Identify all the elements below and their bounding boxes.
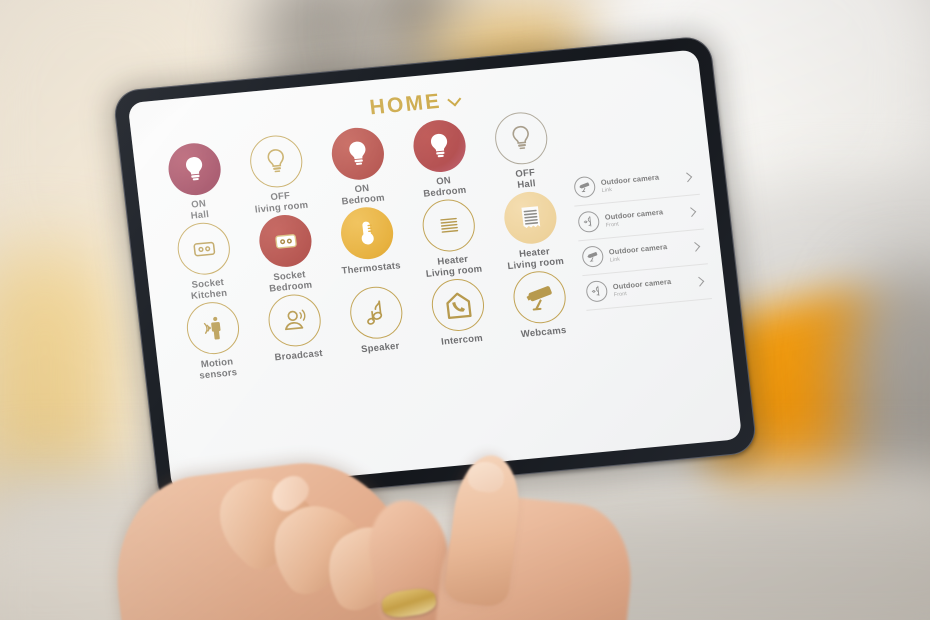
chevron-right-icon[interactable] xyxy=(682,172,692,182)
lightbulb-icon xyxy=(247,133,306,190)
power-socket-icon xyxy=(256,212,315,270)
tile-label-line1: Webcams xyxy=(520,324,568,341)
background-floor-right xyxy=(520,500,930,620)
tile-light-bedroom-on-2[interactable]: ON Bedroom xyxy=(398,117,485,202)
tile-label: Motion sensors xyxy=(198,356,238,381)
tile-label: OFF living room xyxy=(253,189,308,215)
tile-label: Socket Kitchen xyxy=(189,277,228,303)
tile-label-line2: Hall xyxy=(190,209,210,222)
lightbulb-icon xyxy=(165,140,224,198)
power-socket-icon xyxy=(174,220,233,277)
sensor-icon xyxy=(585,279,609,303)
list-item-text: Outdoor camera Front xyxy=(604,205,682,228)
device-grid: ON Hall OFF living room ON Bedroom ON Be… xyxy=(153,109,585,386)
tile-light-hall-on[interactable]: ON Hall xyxy=(153,140,240,225)
tile-label: Webcams xyxy=(520,325,567,340)
radiator-icon xyxy=(419,197,478,254)
lightbulb-icon xyxy=(410,117,469,175)
tile-label-line1: Speaker xyxy=(360,340,401,356)
tile-motion-sensors[interactable]: Motion sensors xyxy=(171,299,258,384)
tablet-device: HOME ON Hall OFF living room ON Bedroom … xyxy=(105,28,768,524)
tile-label: Thermostats xyxy=(341,260,401,277)
chevron-down-icon[interactable] xyxy=(448,93,462,107)
radiator-icon xyxy=(501,189,560,247)
music-note-icon xyxy=(347,284,406,341)
tile-label-line2: Hall xyxy=(516,178,537,191)
tile-label-line1: Thermostats xyxy=(341,260,402,277)
tile-label-line2: Kitchen xyxy=(190,287,228,303)
broadcast-icon xyxy=(265,292,324,349)
tile-heater-living-room-off[interactable]: Heater Living room xyxy=(407,196,494,281)
tile-label: ON Bedroom xyxy=(422,174,467,200)
camera-list: Outdoor camera Link Outdoor camera Front xyxy=(563,96,716,346)
tile-label: Heater Living room xyxy=(424,253,483,280)
tile-broadcast[interactable]: Broadcast xyxy=(253,291,340,376)
tile-socket-kitchen[interactable]: Socket Kitchen xyxy=(162,219,249,304)
motion-sensor-icon xyxy=(184,299,242,357)
tablet-bezel: HOME ON Hall OFF living room ON Bedroom … xyxy=(112,35,758,509)
tile-light-bedroom-on-1[interactable]: ON Bedroom xyxy=(316,124,403,209)
chevron-right-icon[interactable] xyxy=(690,242,700,252)
lightbulb-icon xyxy=(329,125,387,183)
list-item-text: Outdoor camera Link xyxy=(600,170,678,193)
app-body: ON Hall OFF living room ON Bedroom ON Be… xyxy=(132,89,730,387)
tile-light-living-room-off[interactable]: OFF living room xyxy=(234,132,321,217)
tile-label-line2: sensors xyxy=(198,367,238,382)
thermometer-icon xyxy=(338,204,396,262)
tile-socket-bedroom[interactable]: Socket Bedroom xyxy=(244,211,331,296)
tile-label-line1: Broadcast xyxy=(274,347,324,364)
tile-intercom[interactable]: Intercom xyxy=(416,275,503,360)
tile-label: Heater Living room xyxy=(506,245,565,272)
list-item-text: Outdoor camera Front xyxy=(612,275,690,297)
list-item-text: Outdoor camera Link xyxy=(608,240,686,263)
cctv-camera-icon xyxy=(510,268,569,326)
tile-label: Speaker xyxy=(361,341,400,356)
lightbulb-icon xyxy=(492,110,551,167)
tile-label: Socket Bedroom xyxy=(267,269,313,294)
tile-thermostats[interactable]: Thermostats xyxy=(325,204,412,289)
tile-light-hall-off[interactable]: OFF Hall xyxy=(479,109,566,194)
cctv-camera-icon xyxy=(581,245,605,269)
background-floor-left xyxy=(0,520,240,620)
tile-label: Intercom xyxy=(441,333,484,348)
tile-webcams[interactable]: Webcams xyxy=(498,268,585,353)
sensor-icon xyxy=(577,210,601,234)
tile-heater-living-room-on[interactable]: Heater Living room xyxy=(489,188,576,273)
chevron-right-icon[interactable] xyxy=(686,207,696,217)
tablet-screen: HOME ON Hall OFF living room ON Bedroom … xyxy=(127,49,743,493)
tile-label: ON Bedroom xyxy=(340,182,385,208)
intercom-icon xyxy=(429,276,487,334)
cctv-camera-icon xyxy=(573,175,597,199)
chevron-right-icon[interactable] xyxy=(694,277,704,287)
tile-label: ON Hall xyxy=(189,198,210,222)
tile-label: OFF Hall xyxy=(515,167,537,191)
tile-label-line1: Intercom xyxy=(440,332,484,348)
tile-speaker[interactable]: Speaker xyxy=(334,283,421,368)
tile-label: Broadcast xyxy=(274,348,323,363)
